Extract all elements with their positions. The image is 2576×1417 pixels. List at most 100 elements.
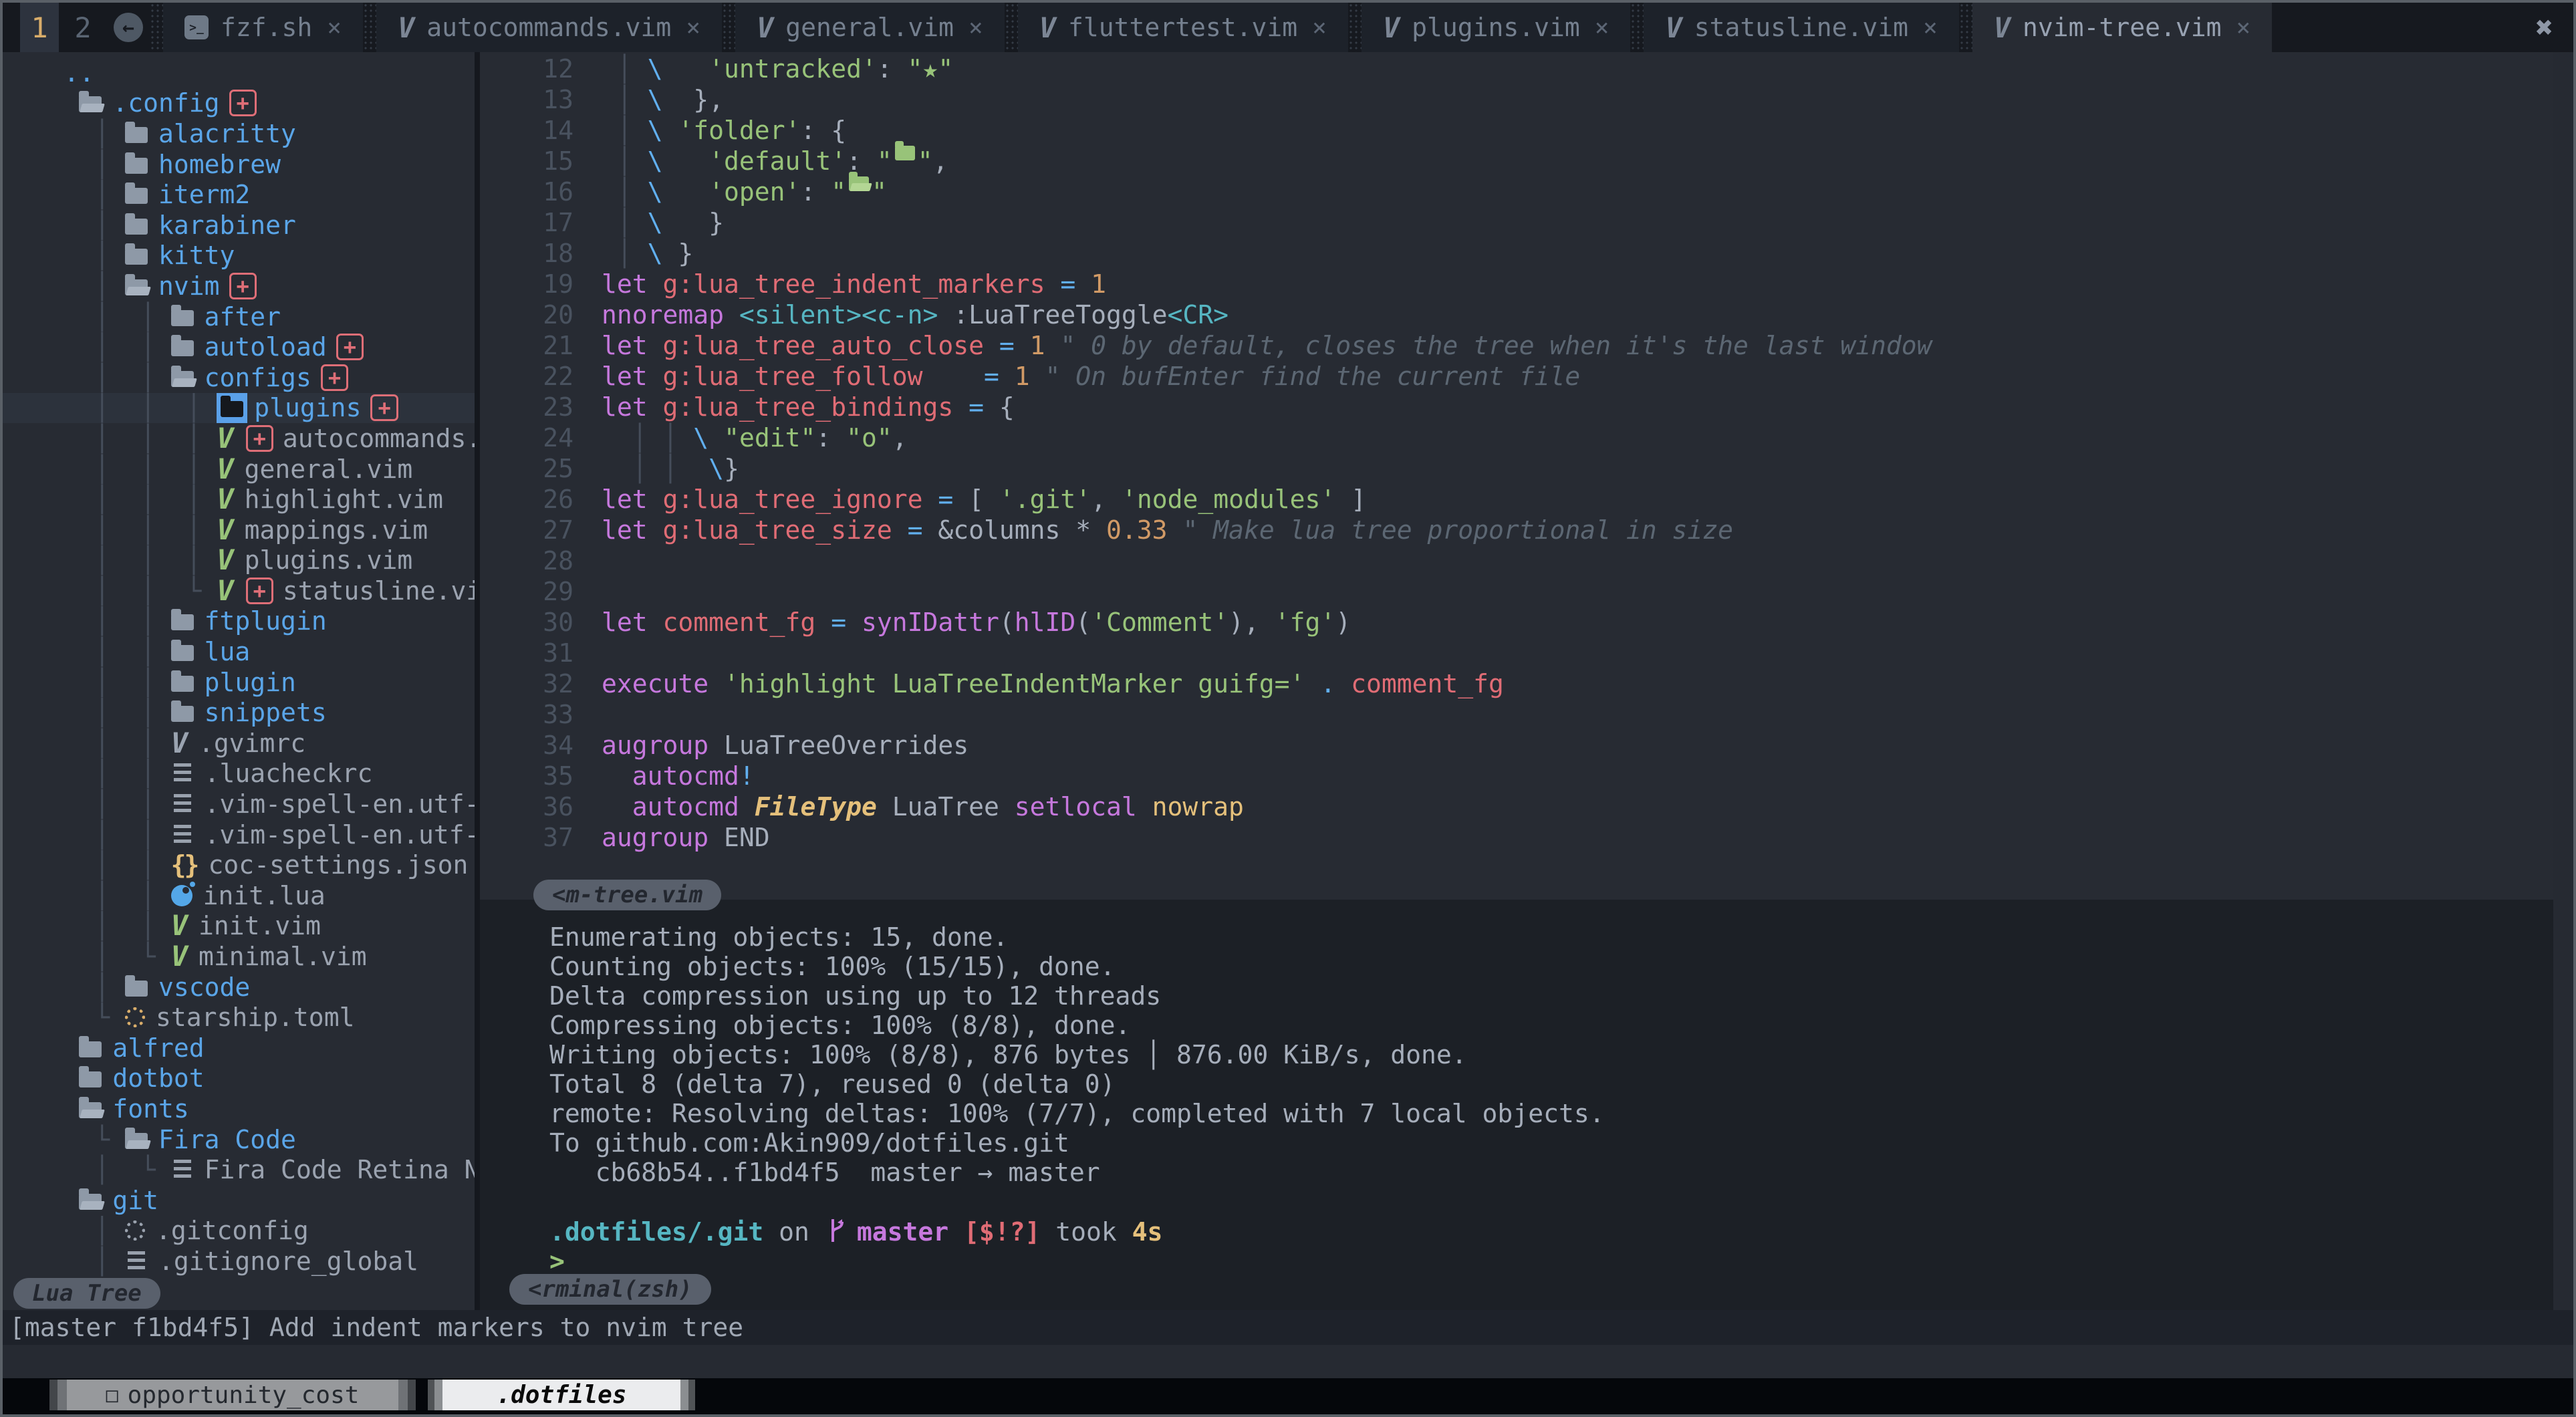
- buffer-tab-fluttertest.vim[interactable]: Vfluttertest.vim×: [1018, 3, 1348, 52]
- tab-close-icon[interactable]: ×: [1312, 14, 1327, 41]
- text-file-icon: [174, 1160, 191, 1180]
- code-line: 13 │ \ },: [507, 84, 2553, 115]
- history-back-icon[interactable]: ←: [114, 13, 143, 42]
- tree-item-label: karabiner: [158, 211, 296, 240]
- code-token: \: [709, 453, 724, 484]
- tree-item-ftplugin[interactable]: │ │ ftplugin: [3, 606, 475, 637]
- window-close-icon[interactable]: ✖: [2536, 11, 2574, 45]
- tree-item-snippets[interactable]: │ │ snippets: [3, 697, 475, 728]
- tree-item-after[interactable]: │ │ after: [3, 301, 475, 332]
- tree-item-.vim-spell-en.utf-8.[interactable]: │ │ .vim-spell-en.utf-8.: [3, 819, 475, 850]
- line-number: 33: [507, 699, 573, 730]
- code-token: synIDattr: [862, 607, 999, 638]
- tree-item-lua[interactable]: │ │ lua: [3, 636, 475, 667]
- line-number: 35: [507, 761, 573, 791]
- tmux-window-opportunity-cost[interactable]: □ opportunity_cost: [49, 1380, 416, 1410]
- code-token: [922, 361, 984, 392]
- tab-close-icon[interactable]: ×: [1923, 14, 1938, 41]
- tree-item-mappings.vim[interactable]: │ │ │ Vmappings.vim: [3, 515, 475, 545]
- buffer-tab-plugins.vim[interactable]: Vplugins.vim×: [1362, 3, 1631, 52]
- buffer-tabs: >_fzf.sh× Vautocommands.vim× Vgeneral.vim×…: [163, 3, 2272, 52]
- tree-item-starship.toml[interactable]: └ starship.toml: [3, 1002, 475, 1033]
- tree-item-label: Fira Code Retina Ner: [205, 1155, 475, 1184]
- code-editor[interactable]: 12 │ \ 'untracked': "★"13 │ \ },14 │ \ '…: [480, 52, 2553, 900]
- buffer-tab-statusline.vim[interactable]: Vstatusline.vim×: [1644, 3, 1958, 52]
- tree-item-autoload[interactable]: │ │ autoload+: [3, 332, 475, 362]
- code-token: Enumerating objects: 15, done.: [549, 922, 1008, 952]
- tree-item-.vim-spell-en.utf-8.[interactable]: │ │ .vim-spell-en.utf-8.: [3, 789, 475, 819]
- tree-item-..[interactable]: ..: [3, 57, 475, 88]
- code-token: │: [602, 53, 648, 84]
- tree-item-minimal.vim[interactable]: │ └ Vminimal.vim: [3, 941, 475, 972]
- tree-item-iterm2[interactable]: │ iterm2: [3, 179, 475, 210]
- tab-close-icon[interactable]: ×: [969, 14, 983, 41]
- tree-item-label: alacritty: [158, 119, 296, 148]
- tree-item-.config[interactable]: .config+: [3, 88, 475, 119]
- tab-close-icon[interactable]: ×: [1595, 14, 1609, 41]
- code-token: │: [602, 207, 648, 238]
- pane-separator[interactable]: [475, 52, 480, 1310]
- tree-item-init.lua[interactable]: │ │ init.lua: [3, 880, 475, 911]
- code-line: 24 │ │ \ "edit": "o",: [507, 422, 2553, 453]
- code-line: 25 │ │ \}: [507, 453, 2553, 484]
- tree-item-configs[interactable]: │ │ configs+: [3, 362, 475, 393]
- tree-item-plugin[interactable]: │ │ plugin: [3, 667, 475, 698]
- tree-item-.gvimrc[interactable]: │ │ V.gvimrc: [3, 728, 475, 759]
- tab-separator: [1348, 3, 1362, 52]
- buffer-tab-fzf.sh[interactable]: >_fzf.sh×: [163, 3, 363, 52]
- tree-item-.gitignoreglobal[interactable]: │ .gitignore_global: [3, 1246, 475, 1277]
- buffer-tab-autocommands.vim[interactable]: Vautocommands.vim×: [376, 3, 722, 52]
- tree-item-plugins[interactable]: │ │ │ plugins+: [3, 393, 475, 424]
- tree-item-FiraCode[interactable]: └ Fira Code: [3, 1124, 475, 1155]
- tree-item-nvim[interactable]: │ nvim+: [3, 271, 475, 301]
- vim-file-icon: V: [1039, 11, 1056, 44]
- buffer-tab-label: statusline.vim: [1694, 13, 1908, 42]
- tmux-window-dotfiles[interactable]: .dotfiles: [428, 1380, 695, 1410]
- code-token: 'default': [709, 146, 846, 176]
- tree-item-git[interactable]: git: [3, 1185, 475, 1216]
- buffer-tab-general.vim[interactable]: Vgeneral.vim×: [735, 3, 1005, 52]
- tree-indent-guides: │ │ │: [3, 455, 217, 484]
- tree-item-alacritty[interactable]: │ alacritty: [3, 118, 475, 149]
- code-token: ": [872, 176, 887, 207]
- tree-item-alfred[interactable]: alfred: [3, 1033, 475, 1063]
- folder-icon: [171, 307, 194, 326]
- tree-item-highlight.vim[interactable]: │ │ │ Vhighlight.vim: [3, 484, 475, 515]
- tree-item-init.vim[interactable]: │ │ Vinit.vim: [3, 911, 475, 942]
- tree-item-coc-settings.json[interactable]: │ │ {}coc-settings.json: [3, 850, 475, 880]
- tree-item-statusline.vim[interactable]: │ │ └ V+statusline.vim: [3, 575, 475, 606]
- tab-close-icon[interactable]: ×: [327, 14, 342, 41]
- tab-close-icon[interactable]: ×: [2236, 14, 2250, 41]
- tree-item-label: dotbot: [112, 1063, 204, 1093]
- config-file-icon: [125, 1220, 145, 1241]
- tree-item-.gitconfig[interactable]: │ .gitconfig: [3, 1216, 475, 1247]
- tree-item-label: .vim-spell-en.utf-8.: [205, 820, 475, 850]
- tree-item-vscode[interactable]: │ vscode: [3, 972, 475, 1003]
- tree-item-homebrew[interactable]: │ homebrew: [3, 149, 475, 180]
- file-tree-sidebar[interactable]: .. .config+ │ alacritty │ homebrew │ ite…: [3, 52, 475, 1310]
- tab-close-icon[interactable]: ×: [686, 14, 700, 41]
- code-token: "edit": [724, 422, 815, 453]
- tree-item-.luacheckrc[interactable]: │ │ .luacheckrc: [3, 759, 475, 789]
- terminal-pane[interactable]: Enumerating objects: 15, done.Counting o…: [480, 900, 2553, 1310]
- vim-file-icon: V: [171, 912, 188, 940]
- text-file-icon: [125, 1251, 148, 1271]
- tree-item-autocommands.vim[interactable]: │ │ │ V+autocommands.vim: [3, 423, 475, 454]
- text-file-icon: [174, 825, 191, 845]
- tree-item-kitty[interactable]: │ kitty: [3, 241, 475, 271]
- tree-item-karabiner[interactable]: │ karabiner: [3, 210, 475, 241]
- tree-item-general.vim[interactable]: │ │ │ Vgeneral.vim: [3, 454, 475, 485]
- code-token: },: [663, 84, 725, 115]
- tree-item-fonts[interactable]: fonts: [3, 1093, 475, 1124]
- tree-item-dotbot[interactable]: dotbot: [3, 1063, 475, 1094]
- lua-file-icon: [171, 885, 192, 906]
- tree-item-label: plugin: [205, 668, 296, 697]
- tree-item-FiraCodeRetinaNer[interactable]: │ └ Fira Code Retina Ner: [3, 1154, 475, 1185]
- file-tree: .. .config+ │ alacritty │ homebrew │ ite…: [3, 52, 475, 1277]
- tab-number-1[interactable]: 1: [20, 3, 59, 52]
- vim-file-icon: V: [217, 546, 233, 574]
- code-line: 19let g:lua_tree_indent_markers = 1: [507, 269, 2553, 299]
- tree-item-plugins.vim[interactable]: │ │ │ Vplugins.vim: [3, 545, 475, 576]
- tab-number-2[interactable]: 2: [59, 3, 107, 52]
- buffer-tab-nvim-tree.vim[interactable]: Vnvim-tree.vim×: [1972, 3, 2272, 52]
